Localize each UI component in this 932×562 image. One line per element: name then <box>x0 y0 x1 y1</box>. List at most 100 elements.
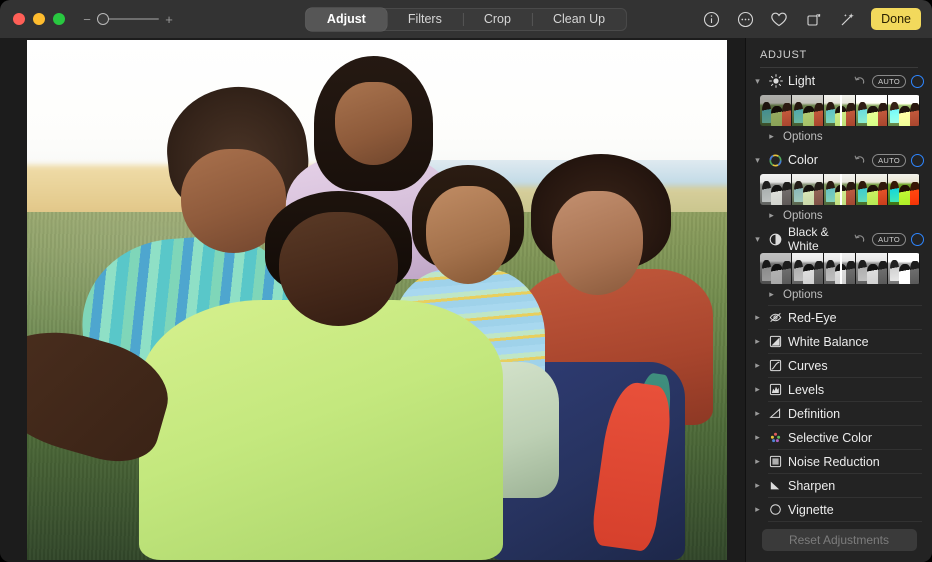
chevron-right-icon[interactable]: ▸ <box>766 290 777 299</box>
chevron-right-icon[interactable]: ▸ <box>752 385 763 394</box>
color-options-label: Options <box>783 210 823 222</box>
toggle-color[interactable] <box>911 154 924 167</box>
thumbnail-item[interactable] <box>760 253 792 284</box>
white-balance-icon <box>768 334 783 349</box>
sun-icon <box>768 74 783 89</box>
sidebar-item-label: Selective Color <box>788 431 924 445</box>
chevron-right-icon[interactable]: ▸ <box>752 337 763 346</box>
photo-image[interactable] <box>27 40 727 560</box>
revert-icon[interactable] <box>853 232 867 246</box>
rotate-icon[interactable] <box>803 9 823 29</box>
toolbar: − + Adjust Filters Crop Clean Up <box>0 0 932 38</box>
thumbnail-item[interactable] <box>856 95 888 126</box>
chevron-down-icon[interactable]: ▾ <box>752 77 763 86</box>
eye-slash-icon <box>768 310 783 325</box>
edit-mode-tabs: Adjust Filters Crop Clean Up <box>305 8 627 31</box>
zoom-in-label[interactable]: + <box>165 13 173 26</box>
zoom-slider-track[interactable] <box>97 13 159 25</box>
chevron-right-icon[interactable]: ▸ <box>766 132 777 141</box>
sidebar-item-vignette[interactable]: ▸ Vignette <box>746 498 932 521</box>
sidebar-item-label: Noise Reduction <box>788 455 924 469</box>
selective-color-icon <box>768 430 783 445</box>
section-black-and-white-label: Black & White <box>788 225 848 253</box>
sidebar-item-noise-reduction[interactable]: ▸ Noise Reduction <box>746 450 932 473</box>
black-and-white-thumbnail-strip[interactable] <box>760 253 920 284</box>
section-black-and-white[interactable]: ▾ Black & White AUTO <box>746 226 932 252</box>
color-thumbnail-strip[interactable] <box>760 174 920 205</box>
info-icon[interactable] <box>701 9 721 29</box>
tab-clean-up[interactable]: Clean Up <box>532 8 626 31</box>
auto-button-black-and-white[interactable]: AUTO <box>872 233 906 246</box>
close-button[interactable] <box>13 13 25 25</box>
window-controls <box>13 13 65 25</box>
sidebar-item-white-balance[interactable]: ▸ White Balance <box>746 330 932 353</box>
chevron-right-icon[interactable]: ▸ <box>752 313 763 322</box>
zoom-slider[interactable]: − + <box>83 13 173 26</box>
reset-adjustments-button[interactable]: Reset Adjustments <box>762 529 917 551</box>
sidebar-item-label: Levels <box>788 383 924 397</box>
zoom-button[interactable] <box>53 13 65 25</box>
tab-adjust[interactable]: Adjust <box>306 8 387 31</box>
thumbnail-item[interactable] <box>792 253 824 284</box>
strip-position-marker[interactable] <box>840 95 842 126</box>
auto-button-light[interactable]: AUTO <box>872 75 906 88</box>
light-options-row[interactable]: ▸ Options <box>746 126 932 147</box>
sidebar-item-definition[interactable]: ▸ Definition <box>746 402 932 425</box>
revert-icon[interactable] <box>853 153 867 167</box>
sidebar-item-label: Curves <box>788 359 924 373</box>
auto-button-color[interactable]: AUTO <box>872 154 906 167</box>
favorite-heart-icon[interactable] <box>769 9 789 29</box>
strip-position-marker[interactable] <box>840 253 842 284</box>
half-circle-icon <box>768 232 783 247</box>
thumbnail-item[interactable] <box>856 174 888 205</box>
chevron-right-icon[interactable]: ▸ <box>752 481 763 490</box>
thumbnail-item[interactable] <box>760 174 792 205</box>
section-color[interactable]: ▾ Color AUTO <box>746 147 932 173</box>
sidebar-item-sharpen[interactable]: ▸ Sharpen <box>746 474 932 497</box>
thumbnail-item[interactable] <box>760 95 792 126</box>
vignette-circle-icon <box>768 502 783 517</box>
revert-icon[interactable] <box>853 74 867 88</box>
chevron-right-icon[interactable]: ▸ <box>752 433 763 442</box>
section-light[interactable]: ▾ Light AUTO <box>746 68 932 94</box>
toggle-black-and-white[interactable] <box>911 233 924 246</box>
sidebar-item-label: White Balance <box>788 335 924 349</box>
thumbnail-item[interactable] <box>792 95 824 126</box>
black-and-white-options-row[interactable]: ▸ Options <box>746 284 932 305</box>
chevron-right-icon[interactable]: ▸ <box>752 457 763 466</box>
done-button[interactable]: Done <box>871 8 921 30</box>
thumbnail-item[interactable] <box>856 253 888 284</box>
tab-crop[interactable]: Crop <box>463 8 532 31</box>
definition-triangle-icon <box>768 406 783 421</box>
chevron-down-icon[interactable]: ▾ <box>752 235 763 244</box>
adjust-panel-title: ADJUST <box>746 38 932 67</box>
sidebar-item-levels[interactable]: ▸ Levels <box>746 378 932 401</box>
sidebar-item-selective-color[interactable]: ▸ Selective Color <box>746 426 932 449</box>
strip-position-marker[interactable] <box>840 174 842 205</box>
chevron-down-icon[interactable]: ▾ <box>752 156 763 165</box>
light-thumbnail-strip[interactable] <box>760 95 920 126</box>
sidebar-item-label: Sharpen <box>788 479 924 493</box>
thumbnail-item[interactable] <box>888 95 920 126</box>
chevron-right-icon[interactable]: ▸ <box>752 409 763 418</box>
more-options-icon[interactable] <box>735 9 755 29</box>
auto-enhance-wand-icon[interactable] <box>837 9 857 29</box>
zoom-out-label[interactable]: − <box>83 13 91 26</box>
toggle-light[interactable] <box>911 75 924 88</box>
photo-canvas <box>0 38 745 562</box>
minimize-button[interactable] <box>33 13 45 25</box>
sidebar-item-red-eye[interactable]: ▸ Red-Eye <box>746 306 932 329</box>
tab-filters[interactable]: Filters <box>387 8 463 31</box>
thumbnail-item[interactable] <box>888 174 920 205</box>
color-options-row[interactable]: ▸ Options <box>746 205 932 226</box>
thumbnail-item[interactable] <box>888 253 920 284</box>
chevron-right-icon[interactable]: ▸ <box>752 361 763 370</box>
levels-icon <box>768 382 783 397</box>
chevron-right-icon[interactable]: ▸ <box>752 505 763 514</box>
noise-reduction-icon <box>768 454 783 469</box>
zoom-slider-knob[interactable] <box>97 13 109 25</box>
sidebar-item-curves[interactable]: ▸ Curves <box>746 354 932 377</box>
photo-person-front-face <box>279 212 398 326</box>
thumbnail-item[interactable] <box>792 174 824 205</box>
chevron-right-icon[interactable]: ▸ <box>766 211 777 220</box>
